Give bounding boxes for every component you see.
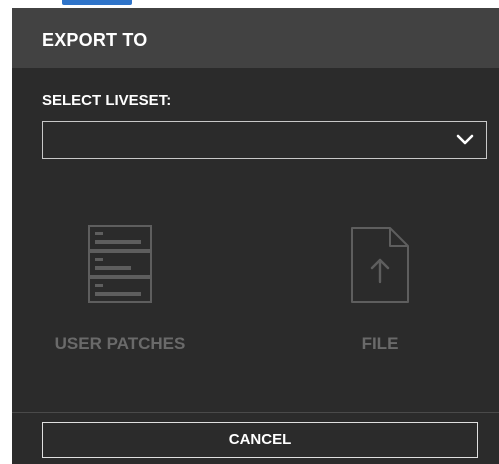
export-dialog: EXPORT TO SELECT LIVESET: USER PATCHES F…: [12, 8, 499, 464]
footer-divider: [12, 412, 499, 413]
dialog-header: EXPORT TO: [12, 8, 499, 68]
file-label: FILE: [361, 334, 399, 353]
liveset-select[interactable]: [42, 121, 487, 159]
file-option[interactable]: FILE: [290, 218, 470, 368]
user-patches-option[interactable]: USER PATCHES: [30, 218, 210, 368]
top-strip: [0, 0, 499, 8]
file-upload-icon: [351, 227, 409, 303]
cancel-button[interactable]: CANCEL: [42, 422, 478, 458]
dialog-title: EXPORT TO: [42, 30, 148, 50]
user-patches-icon: [88, 225, 152, 303]
chevron-down-icon: [456, 134, 474, 145]
select-liveset-label: SELECT LIVESET:: [42, 92, 172, 109]
user-patches-label: USER PATCHES: [54, 334, 186, 353]
link-sliver: [62, 0, 132, 5]
